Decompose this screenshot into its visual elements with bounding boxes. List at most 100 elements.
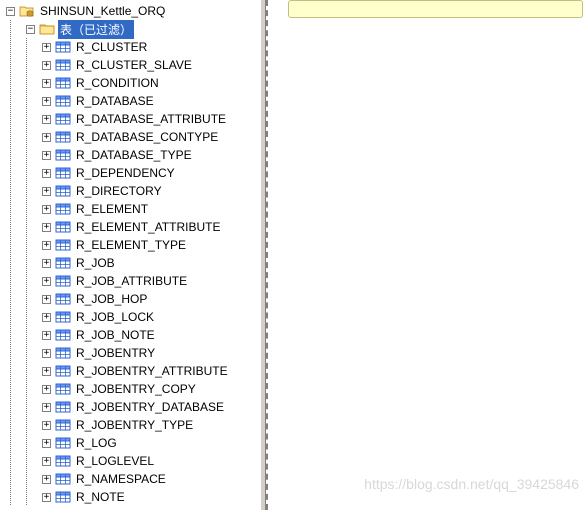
expander-plus-icon[interactable]: + (42, 493, 51, 502)
expander-plus-icon[interactable]: + (42, 205, 51, 214)
tree-node-table[interactable]: +R_DATABASE (2, 92, 260, 110)
expander-plus-icon[interactable]: + (42, 295, 51, 304)
tree-node-table[interactable]: + R_CONDITION (2, 74, 260, 92)
tree-node-table[interactable]: + R_DATABASE_ATTRIBUTE (2, 110, 260, 128)
tree-node-table[interactable]: + R_JOBENTRY_ATTRIBUTE (2, 362, 260, 380)
expander-plus-icon[interactable]: + (42, 151, 51, 160)
table-label: R_ELEMENT_ATTRIBUTE (74, 219, 222, 235)
expander-plus-icon[interactable]: + (42, 367, 51, 376)
expander-plus-icon[interactable]: + (42, 223, 51, 232)
tree-node-table[interactable]: + R_LOGLEVEL (2, 452, 260, 470)
tree-node-table[interactable]: + R_LOG (2, 434, 260, 452)
expander-plus-icon[interactable]: + (42, 97, 51, 106)
table-label: R_DATABASE_TYPE (74, 147, 194, 163)
table-label: R_CONDITION (74, 75, 161, 91)
table-label: R_LOG (74, 435, 119, 451)
table-icon (55, 399, 71, 415)
tree-node-table[interactable]: +R_NOTE (2, 488, 260, 506)
table-icon (55, 201, 71, 217)
tree-node-table[interactable]: + R_DEPENDENCY (2, 164, 260, 182)
expander-plus-icon[interactable]: + (42, 43, 51, 52)
tables-folder-label: 表（已过滤） (58, 20, 134, 39)
tree-node-root[interactable]: − SHINSUN_Kettle_ORQ (2, 2, 260, 20)
expander-plus-icon[interactable]: + (42, 421, 51, 430)
table-icon (55, 183, 71, 199)
tree-node-tables-folder[interactable]: − 表（已过滤） (2, 20, 260, 38)
expander-plus-icon[interactable]: + (42, 259, 51, 268)
table-icon (55, 363, 71, 379)
table-label: R_DATABASE_ATTRIBUTE (74, 111, 228, 127)
expander-plus-icon[interactable]: + (42, 457, 51, 466)
table-icon (55, 57, 71, 73)
folder-icon (39, 21, 55, 37)
table-label: R_JOB_LOCK (74, 309, 156, 325)
expander-plus-icon[interactable]: + (42, 385, 51, 394)
expander-plus-icon[interactable]: + (42, 169, 51, 178)
expander-plus-icon[interactable]: + (42, 475, 51, 484)
table-icon (55, 435, 71, 451)
tree-node-table[interactable]: + R_JOB (2, 254, 260, 272)
table-label: R_DIRECTORY (74, 183, 164, 199)
tree-node-table[interactable]: + R_JOBENTRY_DATABASE (2, 398, 260, 416)
expander-plus-icon[interactable]: + (42, 241, 51, 250)
table-icon (55, 93, 71, 109)
tree-node-table[interactable]: + R_JOBENTRY_TYPE (2, 416, 260, 434)
table-label: R_JOBENTRY_TYPE (74, 417, 195, 433)
tree-node-table[interactable]: + R_JOB_NOTE (2, 326, 260, 344)
expander-minus-icon[interactable]: − (6, 7, 15, 16)
tree-node-table[interactable]: + R_DATABASE_TYPE (2, 146, 260, 164)
table-icon (55, 327, 71, 343)
tree-node-table[interactable]: +R_JOBENTRY_COPY (2, 380, 260, 398)
table-label: R_ELEMENT_TYPE (74, 237, 188, 253)
table-label: R_LOGLEVEL (74, 453, 156, 469)
tree-node-table[interactable]: + R_NAMESPACE (2, 470, 260, 488)
table-label: R_JOB_HOP (74, 291, 149, 307)
tree-panel: − SHINSUN_Kettle_ORQ − 表（已过滤） +R_CLUSTER… (0, 0, 260, 510)
table-label: R_JOBENTRY_ATTRIBUTE (74, 363, 230, 379)
expander-plus-icon[interactable]: + (42, 187, 51, 196)
expander-plus-icon[interactable]: + (42, 133, 51, 142)
table-icon (55, 255, 71, 271)
table-icon (55, 453, 71, 469)
table-label: R_JOB_NOTE (74, 327, 157, 343)
info-strip (288, 0, 583, 18)
tree-node-table[interactable]: +R_DATABASE_CONTYPE (2, 128, 260, 146)
table-label: R_DEPENDENCY (74, 165, 177, 181)
table-icon (55, 75, 71, 91)
database-connection-icon (19, 3, 35, 19)
tree-node-table[interactable]: +R_CLUSTER_SLAVE (2, 56, 260, 74)
tree-node-table[interactable]: +R_CLUSTER (2, 38, 260, 56)
right-panel: https://blog.csdn.net/qq_39425846 (266, 0, 587, 510)
table-icon (55, 237, 71, 253)
expander-plus-icon[interactable]: + (42, 349, 51, 358)
table-icon (55, 129, 71, 145)
table-label: R_JOB (74, 255, 117, 271)
table-label: R_NAMESPACE (74, 471, 168, 487)
expander-plus-icon[interactable]: + (42, 115, 51, 124)
tree-node-table[interactable]: +R_JOBENTRY (2, 344, 260, 362)
root-label: SHINSUN_Kettle_ORQ (38, 3, 167, 19)
expander-plus-icon[interactable]: + (42, 331, 51, 340)
table-icon (55, 273, 71, 289)
expander-plus-icon[interactable]: + (42, 61, 51, 70)
tree-node-table[interactable]: + R_ELEMENT_ATTRIBUTE (2, 218, 260, 236)
expander-plus-icon[interactable]: + (42, 439, 51, 448)
expander-plus-icon[interactable]: + (42, 79, 51, 88)
tree-node-table[interactable]: + R_ELEMENT_TYPE (2, 236, 260, 254)
table-icon (55, 471, 71, 487)
expander-plus-icon[interactable]: + (42, 313, 51, 322)
table-icon (55, 291, 71, 307)
tree-node-table[interactable]: +R_ELEMENT (2, 200, 260, 218)
watermark-text: https://blog.csdn.net/qq_39425846 (364, 476, 579, 492)
table-icon (55, 39, 71, 55)
tree-node-table[interactable]: +R_JOB_ATTRIBUTE (2, 272, 260, 290)
tree-node-table[interactable]: + R_JOB_HOP (2, 290, 260, 308)
expander-plus-icon[interactable]: + (42, 277, 51, 286)
table-label: R_JOBENTRY_DATABASE (74, 399, 226, 415)
table-icon (55, 147, 71, 163)
expander-plus-icon[interactable]: + (42, 403, 51, 412)
expander-minus-icon[interactable]: − (26, 25, 35, 34)
tree-node-table[interactable]: + R_JOB_LOCK (2, 308, 260, 326)
tree-node-table[interactable]: + R_DIRECTORY (2, 182, 260, 200)
table-icon (55, 345, 71, 361)
